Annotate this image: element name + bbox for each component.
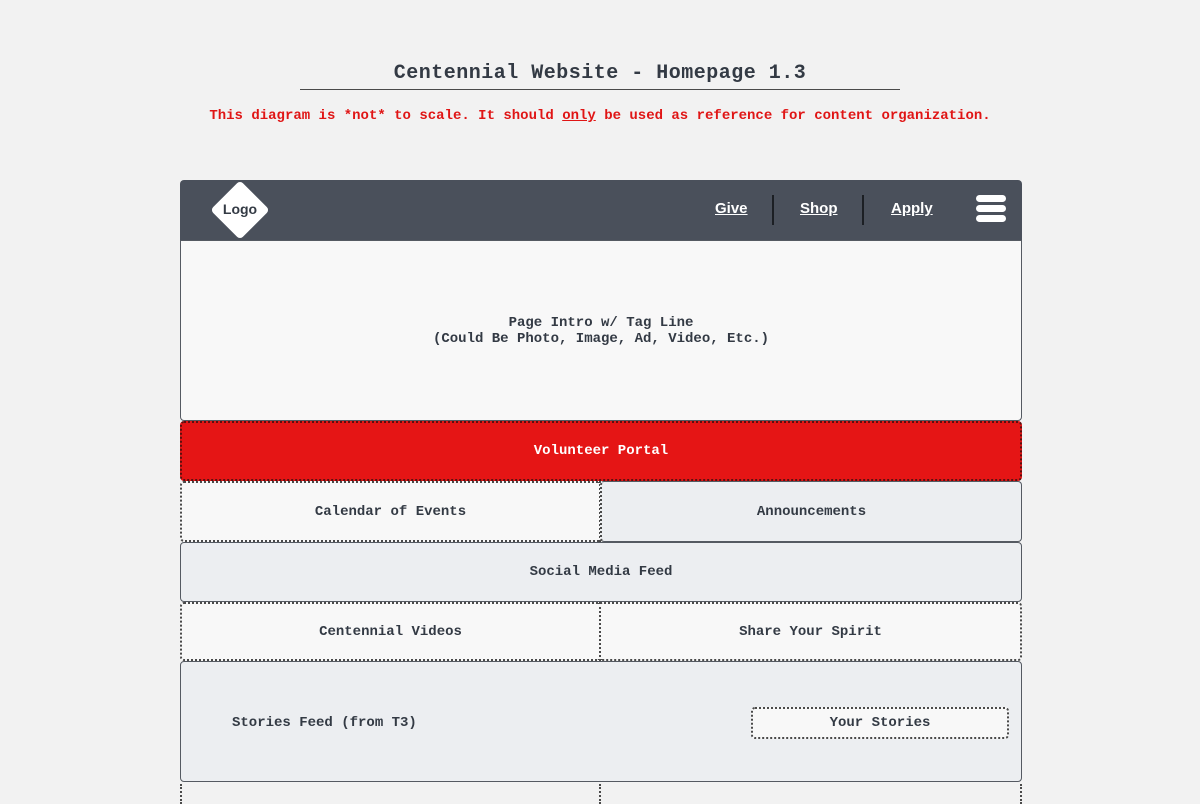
stories-feed-label: Stories Feed (from T3) (232, 715, 417, 731)
share-your-spirit-section[interactable]: Share Your Spirit (599, 602, 1022, 661)
next-section-edge-left (180, 784, 182, 804)
menu-bar (976, 205, 1006, 212)
intro-media-note: (Could Be Photo, Image, Ad, Video, Etc.) (432, 330, 770, 347)
your-stories-button[interactable]: Your Stories (751, 707, 1009, 739)
calendar-of-events-section[interactable]: Calendar of Events (180, 481, 601, 542)
scale-disclaimer: This diagram is *not* to scale. It shoul… (0, 108, 1200, 124)
disclaimer-text-start: This diagram is *not* to scale. It shoul… (209, 108, 563, 124)
next-section-divider (599, 784, 601, 804)
nav-link-give[interactable]: Give (715, 200, 748, 217)
menu-bar (976, 215, 1006, 222)
nav-link-apply[interactable]: Apply (891, 200, 933, 217)
stories-feed-section[interactable]: Stories Feed (from T3) Your Stories (180, 661, 1022, 782)
page-intro-section[interactable]: Page Intro w/ Tag Line (Could Be Photo, … (180, 240, 1022, 421)
announcements-section[interactable]: Announcements (600, 481, 1022, 542)
logo-label: Logo (222, 201, 258, 217)
diagram-title: Centennial Website - Homepage 1.3 (300, 62, 900, 90)
volunteer-portal-section[interactable]: Volunteer Portal (180, 421, 1022, 481)
disclaimer-text-end: be used as reference for content organiz… (595, 108, 991, 124)
next-section-edge-right (1020, 784, 1022, 804)
hamburger-menu-icon[interactable] (976, 195, 1006, 223)
nav-link-shop[interactable]: Shop (800, 200, 838, 217)
nav-divider (862, 195, 864, 225)
menu-bar (976, 195, 1006, 202)
intro-tagline: Page Intro w/ Tag Line (508, 314, 694, 331)
site-navbar: Logo Give Shop Apply (180, 180, 1022, 240)
disclaimer-emphasis: only (562, 108, 596, 124)
centennial-videos-section[interactable]: Centennial Videos (180, 602, 601, 661)
nav-divider (772, 195, 774, 225)
social-media-feed-section[interactable]: Social Media Feed (180, 542, 1022, 602)
